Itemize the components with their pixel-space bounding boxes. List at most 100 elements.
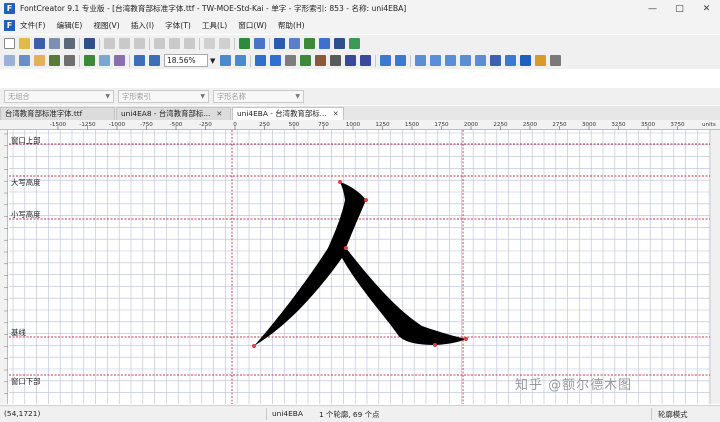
add-point-icon[interactable]: [270, 55, 282, 66]
zoom-input[interactable]: 18.56%: [164, 54, 208, 67]
contour-icon[interactable]: [285, 55, 297, 66]
hand-icon[interactable]: [34, 55, 45, 66]
close-tab-icon[interactable]: ✕: [333, 110, 339, 118]
transform-icon[interactable]: [289, 38, 300, 49]
highlight-icon[interactable]: [535, 55, 547, 66]
paste-icon[interactable]: [134, 38, 145, 49]
menu-font[interactable]: 字体(T): [165, 20, 191, 31]
ruler-tick-label: 2250: [493, 122, 508, 128]
tab-uni4EA8[interactable]: uni4EA8 - 台湾教育部标... ✕: [116, 107, 231, 120]
find-icon[interactable]: [84, 38, 95, 49]
table-icon[interactable]: [254, 38, 265, 49]
glyph-edit-toolbar: 18.56% ▼: [0, 52, 720, 69]
vertical-scrollbar[interactable]: [710, 130, 720, 404]
bounding-box-icon[interactable]: [490, 55, 502, 66]
vertical-ruler-scale: [4, 133, 8, 394]
fill-icon[interactable]: [300, 55, 312, 66]
zoom-out-icon[interactable]: [149, 55, 160, 66]
tab-label: 台湾教育部标准字体.ttf: [5, 109, 83, 118]
show-points-icon[interactable]: [460, 55, 472, 66]
ruler-tick-label: -1500: [50, 122, 67, 128]
insert-glyph-icon[interactable]: [204, 38, 215, 49]
save-all-icon[interactable]: [49, 38, 60, 49]
chevron-down-icon[interactable]: ▼: [210, 57, 215, 65]
glyph-point[interactable]: [344, 246, 348, 250]
zoom-in-icon[interactable]: [134, 55, 145, 66]
checkmark-icon[interactable]: [304, 38, 315, 49]
glyph-canvas[interactable]: 窗口上部 大写高度 小写高度 基线 窗口下部: [9, 130, 710, 404]
distribute-icon[interactable]: [395, 55, 407, 66]
new-file-icon[interactable]: [4, 38, 15, 49]
glyph-outline-ren[interactable]: [254, 182, 466, 346]
image-icon[interactable]: [84, 55, 95, 66]
tools-icon[interactable]: [550, 55, 562, 66]
lasso-icon[interactable]: [19, 55, 30, 66]
glyph-properties-icon[interactable]: [219, 38, 230, 49]
window-controls: — □ ✕: [639, 0, 720, 17]
help-cursor-icon[interactable]: [349, 38, 360, 49]
menu-file[interactable]: 文件(F): [20, 20, 45, 31]
close-tab-icon[interactable]: ✕: [216, 110, 222, 118]
close-icon[interactable]: ✕: [693, 0, 720, 17]
undo-icon[interactable]: [154, 38, 165, 49]
tab-font-file[interactable]: 台湾教育部标准字体.ttf: [0, 107, 115, 120]
toolbar-divider: [149, 37, 150, 50]
menu-view[interactable]: 视图(V): [93, 20, 119, 31]
anchor-icon[interactable]: [520, 55, 532, 66]
cut-icon[interactable]: [104, 38, 115, 49]
ruler-units-label: units: [702, 122, 716, 128]
maximize-icon[interactable]: □: [666, 0, 693, 17]
glyph-name-select[interactable]: 字形名称 ▼: [213, 90, 304, 103]
validate-icon[interactable]: [239, 38, 250, 49]
print-icon[interactable]: [64, 38, 75, 49]
menu-window[interactable]: 窗口(W): [238, 20, 267, 31]
line-icon[interactable]: [330, 55, 342, 66]
brush-icon[interactable]: [315, 55, 327, 66]
toolbar-divider: [129, 54, 130, 67]
knife-icon[interactable]: [64, 55, 75, 66]
font-properties-icon[interactable]: [274, 38, 285, 49]
tab-uni4EBA[interactable]: uni4EBA - 台湾教育部标... ✕: [232, 107, 344, 120]
glyph-index-select[interactable]: 字形索引 ▼: [118, 90, 209, 103]
repeat-icon[interactable]: [184, 38, 195, 49]
combination-select[interactable]: 无组合 ▼: [4, 90, 114, 103]
glyph-point[interactable]: [433, 343, 437, 347]
menu-tools[interactable]: 工具(L): [202, 20, 227, 31]
glyph-index-select-label: 字形索引: [122, 92, 151, 101]
ruler-icon[interactable]: [99, 55, 110, 66]
ruler-tick-label: -500: [170, 122, 183, 128]
menu-help[interactable]: 帮助(H): [278, 20, 305, 31]
ruler-tick-label: 1750: [434, 122, 449, 128]
ruler-tick-label: 1250: [375, 122, 390, 128]
fit-window-icon[interactable]: [220, 55, 232, 66]
menu-edit[interactable]: 编辑(E): [56, 20, 82, 31]
pen-icon[interactable]: [49, 55, 60, 66]
glyph-point[interactable]: [252, 344, 256, 348]
snap-icon[interactable]: [445, 55, 457, 66]
control-points-icon[interactable]: [475, 55, 487, 66]
preview-icon[interactable]: [319, 38, 330, 49]
node-icon[interactable]: [114, 55, 125, 66]
chevron-down-icon: ▼: [295, 93, 300, 100]
glyph-point[interactable]: [338, 180, 342, 184]
save-icon[interactable]: [34, 38, 45, 49]
align-icon[interactable]: [380, 55, 392, 66]
copy-icon[interactable]: [119, 38, 130, 49]
metrics-icon[interactable]: [334, 38, 345, 49]
glyph-point[interactable]: [364, 198, 368, 202]
minimize-icon[interactable]: —: [639, 0, 666, 17]
metrics-lines-icon[interactable]: [505, 55, 517, 66]
pointer-icon[interactable]: [255, 55, 267, 66]
guidelines-icon[interactable]: [430, 55, 442, 66]
select-rect-icon[interactable]: [4, 55, 15, 66]
zoom-glyph-icon[interactable]: [235, 55, 247, 66]
rectangle-icon[interactable]: [345, 55, 357, 66]
grid-icon[interactable]: [415, 55, 427, 66]
document-menu-icon[interactable]: F: [4, 20, 15, 31]
open-folder-icon[interactable]: [19, 38, 30, 49]
menu-insert[interactable]: 插入(I): [131, 20, 154, 31]
ellipse-icon[interactable]: [360, 55, 372, 66]
redo-icon[interactable]: [169, 38, 180, 49]
ruler-tick-label: 3750: [670, 122, 685, 128]
glyph-point[interactable]: [464, 337, 468, 341]
